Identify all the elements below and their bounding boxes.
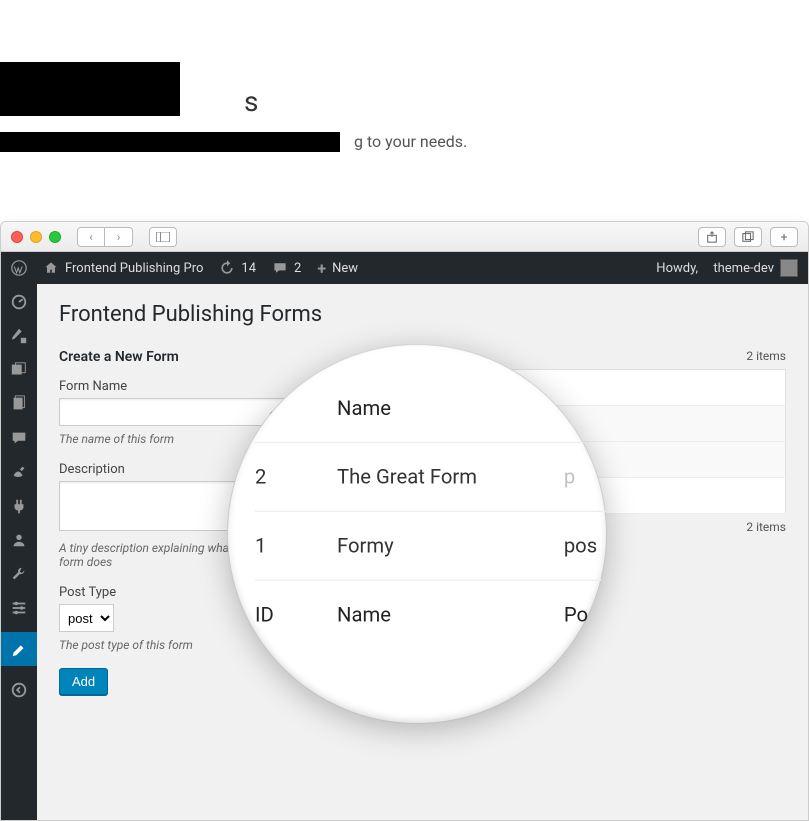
post-type-select[interactable]: post (59, 604, 114, 632)
mag-row-1: 2 The Great Form p (255, 443, 607, 512)
menu-media[interactable] (9, 360, 29, 380)
menu-appearance[interactable] (9, 462, 29, 482)
mag-footer-row: ID Name Po (255, 581, 607, 649)
site-name-link[interactable]: Frontend Publishing Pro (43, 260, 203, 276)
menu-plugins[interactable] (9, 496, 29, 516)
home-icon (43, 260, 59, 276)
menu-comments[interactable] (9, 428, 29, 448)
updates-link[interactable]: 14 (219, 260, 256, 276)
magnifier-overlay: ID Name 2 The Great Form p 1 Formy pos (227, 344, 607, 724)
avatar (780, 259, 798, 277)
menu-dashboard[interactable] (9, 292, 29, 312)
admin-side-menu (1, 284, 37, 820)
traffic-lights (11, 231, 61, 243)
menu-pages[interactable] (9, 394, 29, 414)
marketing-subtext: g to your needs. (0, 118, 809, 151)
add-button[interactable]: Add (59, 668, 108, 695)
menu-settings[interactable] (9, 598, 29, 618)
comments-link[interactable]: 2 (272, 260, 301, 276)
menu-posts[interactable] (9, 326, 29, 346)
mag-header-row: ID Name (255, 374, 607, 443)
forward-button[interactable]: › (105, 227, 133, 247)
close-window-button[interactable] (11, 231, 23, 243)
new-content-link[interactable]: + New (317, 259, 358, 278)
new-tab-button[interactable]: + (770, 227, 798, 247)
updates-icon (219, 260, 235, 276)
mag-row-2: 1 Formy pos (255, 512, 607, 581)
page-title: Frontend Publishing Forms (59, 302, 786, 327)
share-button[interactable] (698, 227, 726, 247)
browser-titlebar: ‹ › + (1, 222, 808, 252)
marketing-heading: s (0, 0, 809, 118)
menu-frontend-publishing[interactable] (1, 632, 37, 666)
menu-collapse[interactable] (9, 680, 29, 700)
tabs-button[interactable] (734, 227, 762, 247)
wp-logo-menu[interactable] (11, 260, 27, 276)
plus-icon: + (317, 259, 326, 278)
sidebar-toggle-button[interactable] (149, 227, 177, 247)
minimize-window-button[interactable] (30, 231, 42, 243)
zoom-window-button[interactable] (49, 231, 61, 243)
menu-users[interactable] (9, 530, 29, 550)
user-account-menu[interactable]: Howdy, theme-dev (656, 259, 798, 277)
back-button[interactable]: ‹ (77, 227, 105, 247)
wp-adminbar: Frontend Publishing Pro 14 2 + New Howdy… (1, 252, 808, 284)
browser-window: ‹ › + Frontend Publishing Pro 14 (0, 221, 809, 821)
comment-icon (272, 260, 288, 276)
menu-tools[interactable] (9, 564, 29, 584)
